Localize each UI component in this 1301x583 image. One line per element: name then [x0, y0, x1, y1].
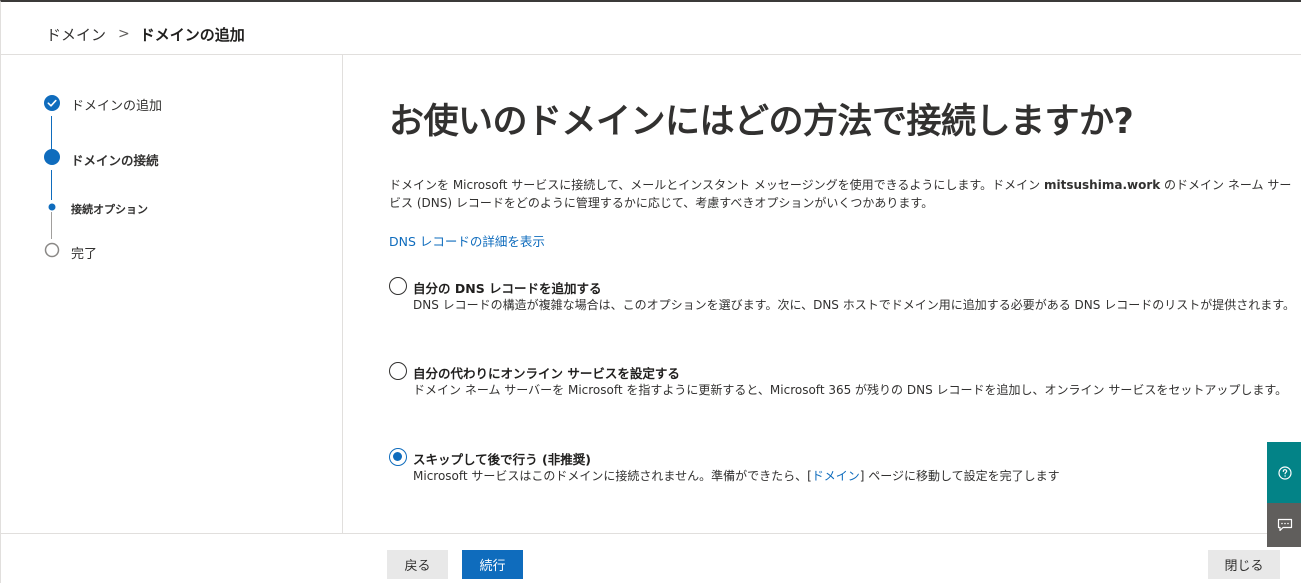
wizard-frame: ドメイン > ドメインの追加 ドメインの追加 ドメインの接続 接続オプション 完…: [0, 0, 1301, 583]
option-description: ドメイン ネーム サーバーを Microsoft を指すように更新すると、Mic…: [413, 383, 1288, 397]
step-label-connection-options: 接続オプション: [71, 203, 148, 216]
chat-feedback-icon: [1277, 518, 1292, 532]
breadcrumb-domains-link[interactable]: ドメイン: [46, 24, 106, 45]
breadcrumb-chevron-icon: >: [118, 26, 130, 42]
radio-add-own-dns[interactable]: [389, 277, 407, 295]
substep-dot-icon: [48, 203, 56, 211]
back-button[interactable]: 戻る: [387, 550, 448, 579]
page-title: お使いのドメインにはどの方法で接続しますか?: [389, 102, 1134, 142]
current-step-icon: [44, 149, 60, 165]
option-title: 自分の DNS レコードを追加する: [413, 281, 602, 296]
pending-step-icon: [44, 242, 60, 258]
step-label-add-domain: ドメインの追加: [71, 99, 163, 114]
feedback-button[interactable]: [1267, 503, 1301, 547]
breadcrumb-current: ドメインの追加: [139, 25, 245, 44]
check-circle-icon: [44, 95, 60, 111]
step-label-finish: 完了: [71, 247, 98, 262]
domain-name: mitsushima.work: [1044, 178, 1161, 192]
radio-setup-online-services[interactable]: [389, 362, 407, 380]
step-connector: [51, 212, 52, 239]
option-title: 自分の代わりにオンライン サービスを設定する: [413, 366, 680, 381]
help-circle-icon: [1277, 465, 1292, 480]
close-button[interactable]: 閉じる: [1208, 550, 1280, 579]
breadcrumb: ドメイン > ドメインの追加: [46, 22, 245, 46]
option-description-part1: Microsoft サービスはこのドメインに接続されません。準備ができたら、[: [413, 469, 812, 483]
option-description-part2: ] ページに移動して設定を完了します: [859, 469, 1060, 483]
step-connector: [51, 170, 52, 200]
option-title: スキップして後で行う (非推奨): [413, 452, 591, 467]
wizard-stepper: ドメインの追加 ドメインの接続 接続オプション 完了: [1, 55, 343, 533]
intro-text-part1: ドメインを Microsoft サービスに接続して、メールとインスタント メッセ…: [389, 178, 1044, 192]
step-label-connect-domain: ドメインの接続: [71, 153, 159, 168]
radio-skip[interactable]: [389, 448, 407, 466]
intro-text: ドメインを Microsoft サービスに接続して、メールとインスタント メッセ…: [389, 176, 1294, 212]
dns-details-link[interactable]: DNS レコードの詳細を表示: [389, 231, 545, 250]
step-connector: [51, 116, 52, 150]
footer-divider: [1, 533, 1301, 534]
domains-page-link[interactable]: ドメイン: [812, 469, 860, 483]
option-description: DNS レコードの構造が複雑な場合は、このオプションを選びます。次に、DNS ホ…: [413, 298, 1296, 312]
help-button[interactable]: [1267, 442, 1301, 503]
option-description: Microsoft サービスはこのドメインに接続されません。準備ができたら、[ド…: [413, 467, 1295, 485]
continue-button[interactable]: 続行: [462, 550, 523, 579]
